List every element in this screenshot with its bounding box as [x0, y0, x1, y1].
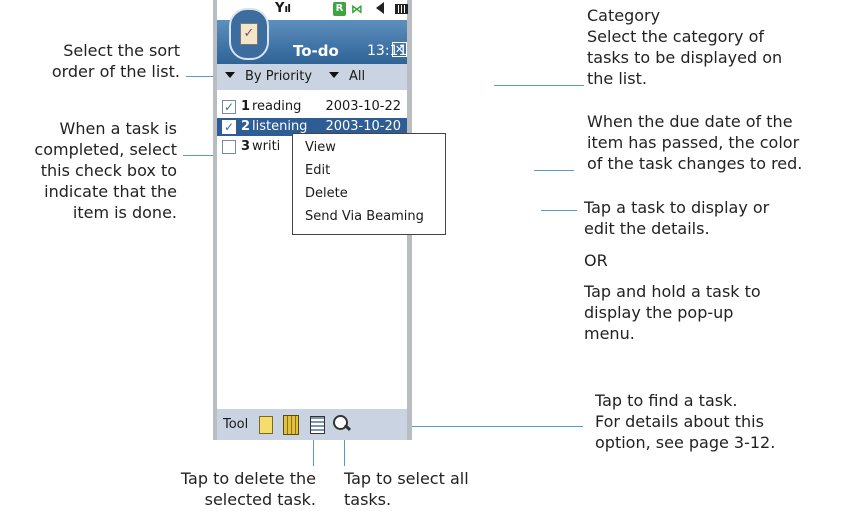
checkmark-icon: ✓ — [224, 120, 235, 134]
annotation-line: When a task is — [59, 119, 177, 138]
category-dropdown[interactable]: All — [329, 69, 365, 84]
menu-item-send-via-beaming[interactable]: Send Via Beaming — [305, 209, 424, 224]
annotation-line: Tap to select all — [344, 469, 469, 488]
annotation-line: item has passed, the color — [587, 133, 800, 152]
task-row[interactable]: ✓ 1 reading 2003-10-22 — [217, 98, 407, 116]
annotation-line: the list. — [587, 69, 647, 88]
leader-line — [344, 440, 345, 466]
close-icon[interactable]: ✕ — [392, 42, 407, 57]
category-value: All — [349, 69, 366, 84]
leader-line — [383, 426, 583, 427]
annotation-line: Tap a task to display or — [584, 198, 770, 217]
leader-line — [313, 440, 314, 466]
tool-menu-button[interactable]: Tool — [223, 417, 248, 432]
annotation-line: this check box to — [40, 161, 177, 180]
find-annotation: Tap to find a task. For details about th… — [595, 390, 775, 453]
annotation-line: Select the sort — [63, 41, 180, 60]
annotation-line: For details about this — [595, 412, 764, 431]
annotation-line: item is done. — [72, 203, 177, 222]
dropdown-arrow-icon — [225, 72, 235, 78]
sort-order-annotation: Select the sort order of the list. — [0, 40, 180, 82]
category-annotation: Category Select the category of tasks to… — [587, 5, 782, 89]
annotation-line: Tap to find a task. — [595, 391, 738, 410]
todo-app-icon: ✓ — [229, 8, 269, 60]
checklist-icon: ✓ — [240, 23, 258, 45]
task-name: writi — [252, 139, 281, 154]
roaming-icon: R — [333, 2, 346, 16]
checkmark-icon: ✓ — [224, 100, 235, 114]
annotation-line: Tap and hold a task to — [584, 282, 761, 301]
speaker-icon — [376, 2, 384, 14]
search-icon-handle — [343, 423, 352, 432]
sort-dropdown[interactable]: By Priority — [225, 69, 312, 84]
trash-icon[interactable] — [283, 415, 299, 435]
battery-icon — [395, 4, 408, 14]
select-all-annotation: Tap to select all tasks. — [344, 468, 469, 510]
task-name: reading — [252, 99, 302, 114]
annotation-line: indicate that the — [44, 182, 177, 201]
or-annotation: OR — [584, 251, 608, 270]
app-title-bar: ✓ To-do 13:11 ✕ — [217, 8, 407, 64]
leader-line — [183, 155, 215, 156]
signal-icon: Yıl — [275, 1, 291, 16]
popup-menu: View Edit Delete Send Via Beaming — [292, 133, 446, 235]
leader-line — [494, 85, 584, 86]
annotation-line: option, see page 3-12. — [595, 433, 776, 452]
checkbox-annotation: When a task is completed, select this ch… — [0, 118, 177, 223]
bottom-toolbar: Tool — [217, 409, 407, 440]
menu-item-edit[interactable]: Edit — [305, 163, 330, 178]
annotation-line: selected task. — [204, 490, 316, 509]
annotation-line: tasks. — [344, 490, 392, 509]
sort-filter-bar: By Priority All — [217, 64, 407, 90]
annotation-line: Tap to delete the — [180, 469, 316, 488]
new-task-icon[interactable] — [259, 416, 273, 434]
dropdown-arrow-icon — [329, 72, 339, 78]
leader-line — [534, 170, 574, 171]
annotation-line: completed, select — [34, 140, 177, 159]
annotation-line: menu. — [584, 324, 635, 343]
annotation-line: order of the list. — [51, 62, 180, 81]
annotation-line: Select the category of — [587, 27, 765, 46]
annotation-line: tasks to be displayed on — [587, 48, 783, 67]
annotation-line: Category — [587, 6, 661, 25]
task-due-date: 2003-10-22 — [325, 99, 401, 114]
task-checkbox[interactable]: ✓ — [222, 100, 236, 114]
menu-item-view[interactable]: View — [305, 140, 336, 155]
task-priority: 1 — [241, 99, 251, 114]
task-checkbox[interactable]: ✓ — [222, 120, 236, 134]
task-checkbox[interactable] — [222, 140, 236, 154]
annotation-line: When the due date of the — [587, 112, 793, 131]
app-title: To-do — [293, 42, 339, 60]
annotation-line: of the task changes to red. — [587, 154, 803, 173]
annotation-line: edit the details. — [584, 219, 710, 238]
bluetooth-icon: ⋈ — [351, 2, 363, 16]
menu-item-delete[interactable]: Delete — [305, 186, 348, 201]
select-all-icon[interactable] — [310, 416, 325, 434]
sort-value: By Priority — [245, 69, 313, 84]
task-priority: 3 — [241, 139, 251, 154]
hold-annotation: Tap and hold a task to display the pop-u… — [584, 281, 761, 344]
annotation-line: display the pop-up — [584, 303, 734, 322]
delete-annotation: Tap to delete the selected task. — [140, 468, 316, 510]
due-date-annotation: When the due date of the item has passed… — [587, 111, 802, 174]
tap-task-annotation: Tap a task to display or edit the detail… — [584, 197, 769, 239]
task-priority: 2 — [241, 119, 251, 134]
leader-line — [541, 210, 577, 211]
